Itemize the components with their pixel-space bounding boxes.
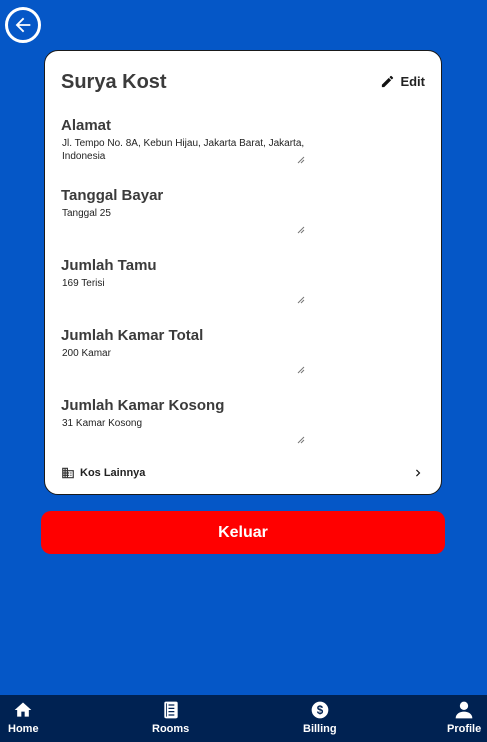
nav-item-billing[interactable]: $ Billing (303, 700, 337, 735)
edit-button[interactable]: Edit (380, 74, 425, 89)
field-label: Jumlah Tamu (61, 257, 157, 274)
nav-label-billing: Billing (303, 723, 337, 735)
book-icon (163, 701, 178, 719)
other-kos-link[interactable]: Kos Lainnya (61, 466, 425, 480)
pencil-icon (382, 75, 394, 88)
back-button[interactable] (5, 7, 41, 43)
home-icon (14, 702, 32, 717)
building-icon (62, 467, 74, 479)
chevron-right-icon (416, 469, 421, 477)
svg-text:$: $ (317, 704, 324, 717)
nav-label-home: Home (8, 723, 39, 735)
kost-detail-card: Surya Kost Edit Alamat Jl. Tempo No. 8A,… (44, 50, 442, 495)
person-icon (455, 701, 473, 719)
nav-item-profile[interactable]: Profile (447, 700, 481, 735)
field-label: Tanggal Bayar (61, 187, 164, 204)
field-alamat: Alamat Jl. Tempo No. 8A, Kebun Hijau, Ja… (61, 117, 305, 164)
dollar-circle-icon: $ (311, 701, 329, 719)
field-jumlah-kamar-total: Jumlah Kamar Total 200 Kamar (61, 327, 305, 374)
jumlah-kamar-total-textarea[interactable]: 200 Kamar (61, 347, 305, 374)
kost-name: Surya Kost (61, 71, 167, 93)
field-jumlah-tamu: Jumlah Tamu 169 Terisi (61, 257, 305, 304)
field-label: Alamat (61, 117, 112, 134)
resize-grip-icon[interactable] (297, 156, 305, 164)
logout-button[interactable]: Keluar (41, 511, 445, 554)
field-label: Jumlah Kamar Total (61, 327, 204, 344)
alamat-textarea[interactable]: Jl. Tempo No. 8A, Kebun Hijau, Jakarta B… (61, 137, 305, 164)
tanggal-bayar-textarea[interactable]: Tanggal 25 (61, 207, 305, 234)
nav-item-rooms[interactable]: Rooms (152, 700, 189, 735)
resize-grip-icon[interactable] (297, 296, 305, 304)
jumlah-tamu-textarea[interactable]: 169 Terisi (61, 277, 305, 304)
field-jumlah-kamar-kosong: Jumlah Kamar Kosong 31 Kamar Kosong (61, 397, 305, 444)
resize-grip-icon[interactable] (297, 366, 305, 374)
nav-item-home[interactable]: Home (8, 700, 39, 735)
edit-label: Edit (400, 74, 425, 89)
nav-label-rooms: Rooms (152, 723, 190, 735)
bottom-navigation: Home Rooms $ Billing Profile (0, 695, 487, 742)
field-label: Jumlah Kamar Kosong (61, 397, 225, 414)
resize-grip-icon[interactable] (297, 436, 305, 444)
arrow-left-icon (15, 17, 31, 33)
jumlah-kamar-kosong-textarea[interactable]: 31 Kamar Kosong (61, 417, 305, 444)
resize-grip-icon[interactable] (297, 226, 305, 234)
field-tanggal-bayar: Tanggal Bayar Tanggal 25 (61, 187, 305, 234)
nav-label-profile: Profile (447, 723, 482, 735)
other-kos-label: Kos Lainnya (80, 467, 146, 479)
